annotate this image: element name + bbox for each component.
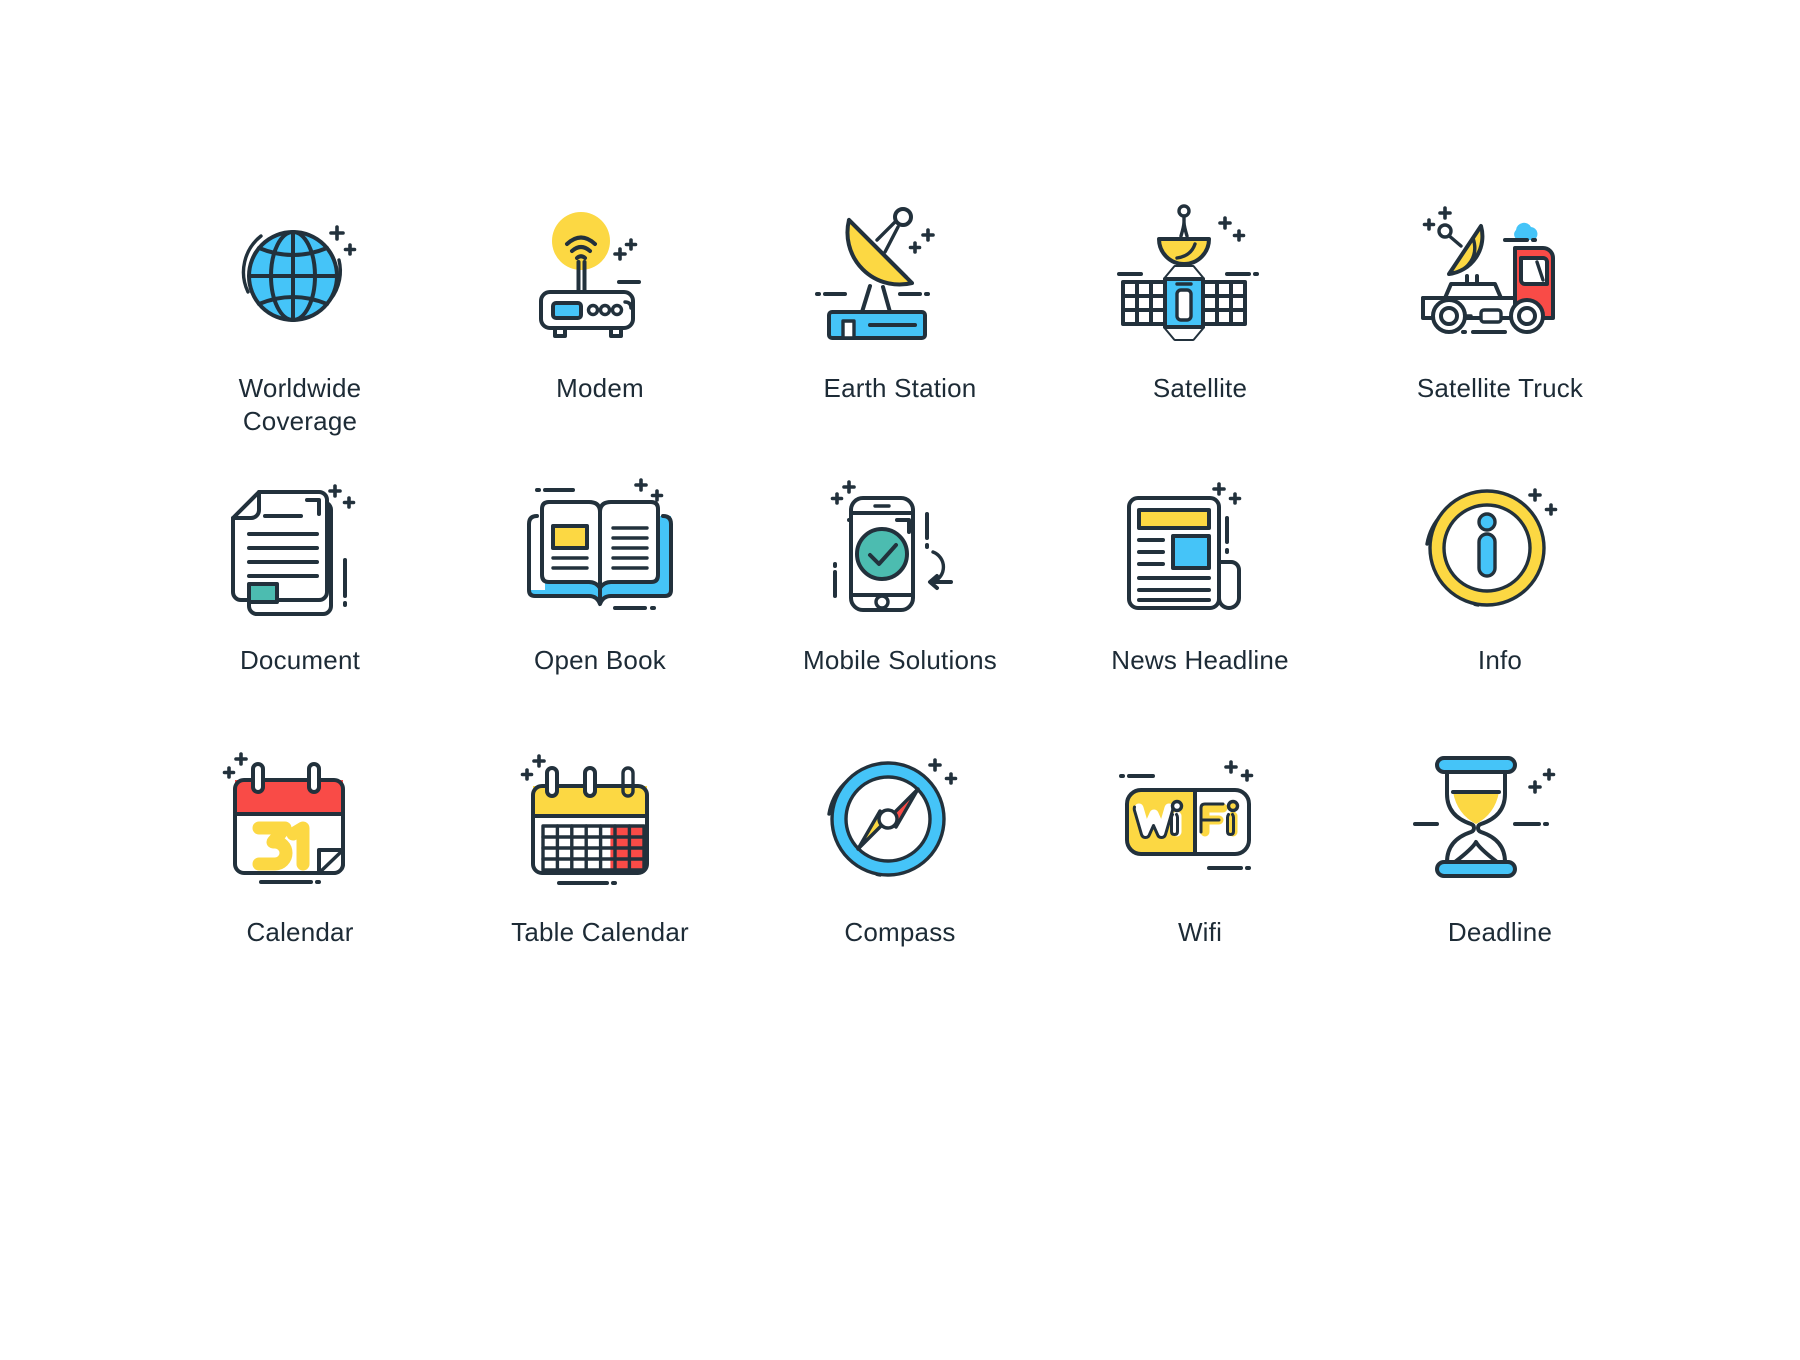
icon-label: Calendar bbox=[246, 917, 354, 947]
icon-cell-satellite[interactable]: Satellite bbox=[1050, 200, 1350, 405]
compass-icon bbox=[815, 744, 985, 894]
satellite-icon bbox=[1115, 200, 1285, 350]
icon-label: Compass bbox=[844, 917, 956, 947]
icon-cell-wifi[interactable]: Wifi bbox=[1050, 744, 1350, 949]
icon-label: Wifi bbox=[1177, 917, 1223, 947]
icon-cell-modem[interactable]: Modem bbox=[450, 200, 750, 405]
satellite-dish-icon bbox=[815, 200, 985, 350]
icon-cell-calendar[interactable]: Calendar bbox=[150, 744, 450, 949]
icon-sheet: Worldwide Coverage Modem Earth Station S… bbox=[0, 0, 1800, 1360]
icon-cell-open-book[interactable]: Open Book bbox=[450, 472, 750, 677]
modem-icon bbox=[515, 200, 685, 350]
newspaper-icon bbox=[1115, 472, 1285, 622]
icon-label: Info bbox=[1477, 645, 1523, 675]
mobile-sync-check-icon bbox=[815, 472, 985, 622]
icon-label: Worldwide Coverage bbox=[238, 373, 362, 437]
hourglass-icon bbox=[1413, 744, 1585, 894]
icon-cell-deadline[interactable]: Deadline bbox=[1350, 744, 1650, 949]
calendar-date-icon bbox=[215, 744, 385, 894]
icon-label: Deadline bbox=[1447, 917, 1553, 947]
icon-cell-worldwide-coverage[interactable]: Worldwide Coverage bbox=[150, 200, 450, 439]
globe-icon bbox=[215, 200, 385, 350]
icon-cell-table-calendar[interactable]: Table Calendar bbox=[450, 744, 750, 949]
icon-label: Mobile Solutions bbox=[803, 645, 997, 675]
icon-label: Earth Station bbox=[823, 373, 977, 403]
icon-label: Satellite bbox=[1152, 373, 1248, 403]
icon-cell-document[interactable]: Document bbox=[150, 472, 450, 677]
satellite-truck-icon bbox=[1415, 200, 1585, 350]
icon-label: Modem bbox=[556, 373, 644, 403]
icon-cell-mobile-solutions[interactable]: Mobile Solutions bbox=[750, 472, 1050, 677]
icon-cell-info[interactable]: Info bbox=[1350, 472, 1650, 677]
wifi-badge-icon bbox=[1115, 744, 1285, 894]
icon-label: Document bbox=[239, 645, 361, 675]
icon-label: News Headline bbox=[1111, 645, 1289, 675]
info-circle-icon bbox=[1415, 472, 1585, 622]
table-calendar-icon bbox=[515, 744, 685, 894]
icon-cell-news-headline[interactable]: News Headline bbox=[1050, 472, 1350, 677]
icon-cell-earth-station[interactable]: Earth Station bbox=[750, 200, 1050, 405]
icon-label: Satellite Truck bbox=[1416, 373, 1584, 403]
icon-label: Open Book bbox=[534, 645, 666, 675]
document-icon bbox=[215, 472, 385, 622]
icon-cell-satellite-truck[interactable]: Satellite Truck bbox=[1350, 200, 1650, 405]
icon-label: Table Calendar bbox=[511, 917, 689, 947]
open-book-icon bbox=[515, 472, 685, 622]
icon-cell-compass[interactable]: Compass bbox=[750, 744, 1050, 949]
